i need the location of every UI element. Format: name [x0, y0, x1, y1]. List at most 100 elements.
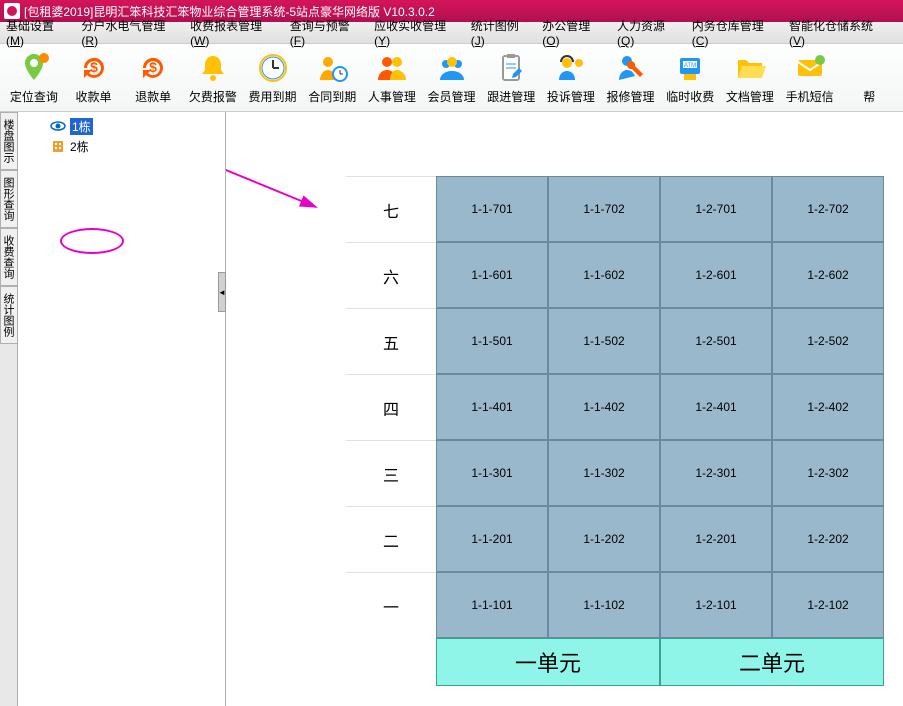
toolbar-btn-收款单[interactable]: $ 收款单: [64, 46, 124, 110]
floor-label: 二: [346, 506, 436, 572]
toolbar-btn-会员管理[interactable]: 会员管理: [422, 46, 482, 110]
floor-label: 六: [346, 242, 436, 308]
toolbar-btn-人事管理[interactable]: 人事管理: [362, 46, 422, 110]
room-cell[interactable]: 1-2-301: [660, 440, 772, 506]
floor-row-一: 一1-1-1011-1-1021-2-1011-2-102: [346, 572, 884, 638]
room-cell[interactable]: 1-2-102: [772, 572, 884, 638]
floor-row-四: 四1-1-4011-1-4021-2-4011-2-402: [346, 374, 884, 440]
room-cell[interactable]: 1-1-202: [548, 506, 660, 572]
room-cell[interactable]: 1-1-101: [436, 572, 548, 638]
floor-label: 五: [346, 308, 436, 374]
building-icon: [50, 138, 66, 154]
bell-icon: [195, 50, 231, 86]
toolbar-btn-手机短信[interactable]: 手机短信: [780, 46, 840, 110]
toolbar-btn-帮[interactable]: 帮: [839, 46, 899, 110]
floor-row-三: 三1-1-3011-1-3021-2-3011-2-302: [346, 440, 884, 506]
toolbar-btn-合同到期[interactable]: 合同到期: [302, 46, 362, 110]
wrench-person-icon: [613, 50, 649, 86]
toolbar-btn-文档管理[interactable]: 文档管理: [720, 46, 780, 110]
room-cell[interactable]: 1-1-102: [548, 572, 660, 638]
room-cell[interactable]: 1-1-201: [436, 506, 548, 572]
toolbar-label: 人事管理: [368, 88, 416, 105]
tree-node-2栋[interactable]: 2栋: [22, 136, 221, 156]
room-cell[interactable]: 1-2-401: [660, 374, 772, 440]
unit-row: 一单元二单元: [346, 638, 884, 686]
toolbar-label: 跟进管理: [487, 88, 535, 105]
svg-text:$: $: [149, 59, 157, 75]
floor-label: 一: [346, 572, 436, 638]
menu-item-7[interactable]: 人力资源(Q): [617, 17, 680, 48]
room-cell[interactable]: 1-2-601: [660, 242, 772, 308]
room-cell[interactable]: 1-2-201: [660, 506, 772, 572]
room-cell[interactable]: 1-1-301: [436, 440, 548, 506]
toolbar-btn-欠费报警[interactable]: 欠费报警: [183, 46, 243, 110]
room-cell[interactable]: 1-2-702: [772, 176, 884, 242]
room-cell[interactable]: 1-1-702: [548, 176, 660, 242]
unit-cell-0[interactable]: 一单元: [436, 638, 660, 686]
svg-text:$: $: [90, 59, 98, 75]
svg-text:ATM: ATM: [684, 63, 696, 69]
atm-icon: ATM: [672, 50, 708, 86]
toolbar-label: 合同到期: [308, 88, 356, 105]
toolbar-label: 投诉管理: [547, 88, 595, 105]
side-tab-0[interactable]: 楼盘图示: [0, 112, 17, 170]
room-cell[interactable]: 1-2-101: [660, 572, 772, 638]
room-cell[interactable]: 1-2-302: [772, 440, 884, 506]
side-tab-2[interactable]: 收费查询: [0, 228, 17, 286]
menu-item-2[interactable]: 收费报表管理(W): [190, 17, 278, 48]
room-cell[interactable]: 1-1-502: [548, 308, 660, 374]
toolbar-label: 定位查询: [10, 88, 58, 105]
toolbar-btn-退款单[interactable]: $ 退款单: [123, 46, 183, 110]
toolbar-label: 退款单: [135, 88, 171, 105]
menu-item-1[interactable]: 分户水电气管理(R): [81, 17, 178, 48]
annotation-circle: [60, 228, 124, 254]
room-cell[interactable]: 1-2-202: [772, 506, 884, 572]
room-cell[interactable]: 1-1-501: [436, 308, 548, 374]
collapse-handle[interactable]: ◄: [218, 272, 226, 312]
menu-item-3[interactable]: 查询与预警(F): [290, 17, 362, 48]
floor-row-五: 五1-1-5011-1-5021-2-5011-2-502: [346, 308, 884, 374]
toolbar-label: 收款单: [76, 88, 112, 105]
toolbar-btn-临时收费[interactable]: ATM 临时收费: [660, 46, 720, 110]
toolbar-label: 临时收费: [666, 88, 714, 105]
floor-label: 四: [346, 374, 436, 440]
room-grid: 七1-1-7011-1-7021-2-7011-2-702六1-1-6011-1…: [346, 176, 884, 686]
floor-label: 七: [346, 176, 436, 242]
tree-node-label: 2栋: [70, 138, 89, 155]
side-tab-3[interactable]: 统计图例: [0, 286, 17, 344]
toolbar-label: 费用到期: [249, 88, 297, 105]
toolbar-btn-定位查询[interactable]: 定位查询: [4, 46, 64, 110]
room-cell[interactable]: 1-1-402: [548, 374, 660, 440]
toolbar-btn-投诉管理[interactable]: 投诉管理: [541, 46, 601, 110]
menu-item-9[interactable]: 智能化仓储系统(V): [789, 17, 885, 48]
menu-item-0[interactable]: 基础设置(M): [6, 17, 69, 48]
side-tab-1[interactable]: 图形查询: [0, 170, 17, 228]
room-cell[interactable]: 1-1-701: [436, 176, 548, 242]
toolbar-btn-报修管理[interactable]: 报修管理: [601, 46, 661, 110]
tree-node-1栋[interactable]: 1栋: [22, 116, 221, 136]
mail-icon: [792, 50, 828, 86]
room-cell[interactable]: 1-2-402: [772, 374, 884, 440]
room-cell[interactable]: 1-2-602: [772, 242, 884, 308]
room-cell[interactable]: 1-2-701: [660, 176, 772, 242]
room-cell[interactable]: 1-2-501: [660, 308, 772, 374]
menu-item-8[interactable]: 内务仓库管理(C): [692, 17, 777, 48]
folder-icon: [732, 50, 768, 86]
room-cell[interactable]: 1-1-602: [548, 242, 660, 308]
blank-icon: [851, 50, 887, 86]
room-cell[interactable]: 1-1-302: [548, 440, 660, 506]
room-cell[interactable]: 1-1-401: [436, 374, 548, 440]
clock-icon: [255, 50, 291, 86]
menu-item-4[interactable]: 应收实收管理(Y): [374, 17, 459, 48]
room-cell[interactable]: 1-2-502: [772, 308, 884, 374]
toolbar-label: 会员管理: [428, 88, 476, 105]
toolbar-btn-费用到期[interactable]: 费用到期: [243, 46, 303, 110]
side-tabs: 楼盘图示图形查询收费查询统计图例: [0, 112, 18, 706]
menubar: 基础设置(M)分户水电气管理(R)收费报表管理(W)查询与预警(F)应收实收管理…: [0, 22, 903, 44]
floor-row-六: 六1-1-6011-1-6021-2-6011-2-602: [346, 242, 884, 308]
menu-item-6[interactable]: 办公管理(O): [542, 17, 605, 48]
toolbar-btn-跟进管理[interactable]: 跟进管理: [481, 46, 541, 110]
unit-cell-1[interactable]: 二单元: [660, 638, 884, 686]
room-cell[interactable]: 1-1-601: [436, 242, 548, 308]
menu-item-5[interactable]: 统计图例(J): [471, 17, 531, 48]
